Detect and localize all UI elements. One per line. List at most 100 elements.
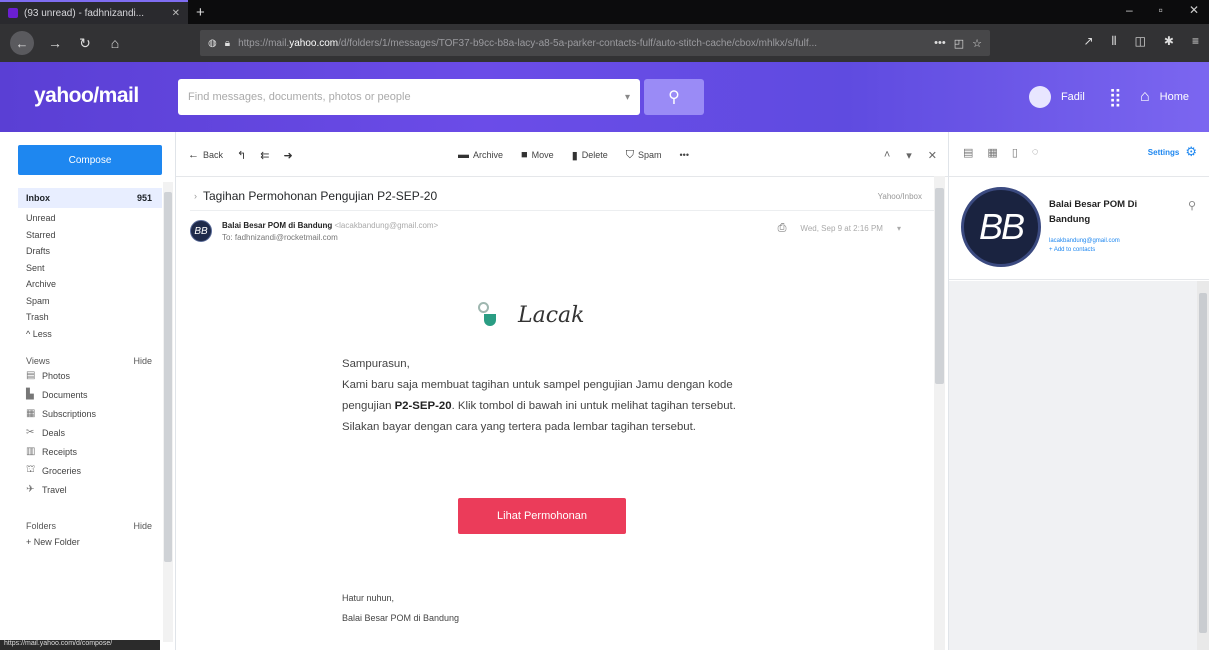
folder-location[interactable]: Yahoo/Inbox	[878, 192, 922, 201]
signature-name: Balai Besar POM di Bandung	[342, 613, 460, 623]
chevron-down-icon[interactable]: ▾	[897, 224, 901, 233]
sidebar-item-deals[interactable]: ✂ Deals	[18, 423, 162, 442]
views-hide-link[interactable]: Hide	[133, 356, 152, 366]
sender-name[interactable]: Balai Besar POM di Bandung	[222, 221, 332, 230]
add-to-contacts-link[interactable]: + Add to contacts	[1049, 247, 1095, 253]
compose-button[interactable]: Compose	[18, 145, 162, 175]
recipient-line: To: fadhnizandi@rocketmail.com	[222, 233, 338, 242]
spam-button[interactable]: ⛉ Spam	[626, 149, 662, 162]
sidebar-item-inbox[interactable]: Inbox 951	[18, 188, 162, 208]
contacts-icon[interactable]: ▤	[963, 146, 973, 159]
menu-icon[interactable]: ≡	[1192, 34, 1199, 49]
move-button[interactable]: ■ Move	[521, 149, 554, 161]
sidebar-item-archive[interactable]: Archive	[18, 276, 162, 293]
sender-avatar[interactable]: BB	[190, 220, 212, 242]
reply-all-button[interactable]: ⇇	[260, 149, 269, 162]
bookmark-star-icon[interactable]: ☆	[972, 37, 982, 50]
folders-hide-link[interactable]: Hide	[133, 521, 152, 531]
reply-button[interactable]: ↰	[237, 149, 246, 162]
user-name[interactable]: Fadil	[1061, 91, 1085, 103]
sidebar: Compose Inbox 951 Unread Starred Drafts …	[0, 132, 176, 650]
forward-button[interactable]: ➜	[283, 149, 292, 162]
avatar[interactable]	[1028, 86, 1051, 108]
more-label: •••	[679, 150, 689, 160]
library-icon[interactable]: ⫴	[1112, 34, 1117, 49]
maximize-icon[interactable]: ▫	[1159, 3, 1163, 17]
sidebar-item-starred[interactable]: Starred	[18, 227, 162, 244]
sender-line: Balai Besar POM di Bandung <lacakbandung…	[222, 221, 438, 230]
close-window-icon[interactable]: ✕	[1189, 3, 1199, 17]
search-input[interactable]: Find messages, documents, photos or peop…	[178, 79, 640, 115]
print-icon[interactable]: ⎙	[778, 222, 787, 235]
new-folder-link[interactable]: + New Folder	[18, 537, 162, 547]
more-button[interactable]: •••	[680, 150, 689, 160]
help-icon[interactable]: ◌	[1032, 146, 1039, 159]
sidebar-item-trash[interactable]: Trash	[18, 309, 162, 326]
settings-button[interactable]: Settings ⚙	[1148, 144, 1197, 160]
home-icon[interactable]: ⌂	[106, 35, 124, 51]
close-tab-icon[interactable]: ✕	[172, 8, 180, 19]
search-button[interactable]: ⚲	[644, 79, 704, 115]
minimize-icon[interactable]: –	[1126, 3, 1133, 17]
archive-button[interactable]: ▬ Archive	[458, 149, 503, 161]
sidebar-item-label: Groceries	[42, 465, 82, 476]
chevron-up-icon[interactable]: ˄	[884, 149, 890, 161]
sidebar-item-unread[interactable]: Unread	[18, 210, 162, 227]
apps-grid-icon[interactable]: ⣿	[1109, 87, 1122, 108]
browser-forward-icon[interactable]: →	[46, 35, 64, 51]
sidebar-item-label: Travel	[42, 484, 67, 495]
back-button[interactable]: ← Back	[188, 149, 223, 161]
reload-icon[interactable]: ↻	[76, 35, 94, 52]
scrollbar-thumb[interactable]	[164, 192, 172, 562]
delete-button[interactable]: ▮ Delete	[572, 149, 608, 162]
sidebar-item-subscriptions[interactable]: ▦ Subscriptions	[18, 404, 162, 423]
lock-icon[interactable]: 🔒︎	[225, 38, 230, 49]
reply-all-icon: ⇇	[260, 149, 270, 162]
contact-pane-scrollbar[interactable]	[1197, 281, 1209, 650]
home-icon[interactable]: ⌂	[1140, 88, 1150, 106]
sidebar-item-less[interactable]: ^ Less	[18, 326, 162, 343]
reader-icon[interactable]: ◫	[1135, 34, 1146, 49]
sender-email: <lacakbandung@gmail.com>	[334, 221, 439, 230]
sidebar-item-photos[interactable]: ▤ Photos	[18, 366, 162, 385]
sidebar-item-sent[interactable]: Sent	[18, 260, 162, 277]
sidebar-item-label: Subscriptions	[42, 408, 97, 419]
extension-icon[interactable]: ↗	[1083, 34, 1093, 49]
yahoo-mail-logo[interactable]: yahoo/mail	[34, 84, 139, 108]
scrollbar-thumb[interactable]	[1199, 293, 1207, 633]
sidebar-item-drafts[interactable]: Drafts	[18, 243, 162, 260]
email-paragraph: Kami baru saja membuat tagihan untuk sam…	[342, 379, 736, 433]
document-icon: ▙	[26, 389, 34, 400]
chevron-down-icon[interactable]: ▾	[906, 149, 912, 162]
view-application-button[interactable]: Lihat Permohonan	[458, 498, 626, 534]
browser-tab[interactable]: (93 unread) - fadhnizandi... ✕	[0, 0, 188, 24]
chevron-right-icon[interactable]: ›	[194, 191, 197, 201]
sidebar-scrollbar[interactable]	[163, 182, 173, 642]
trash-icon: ▮	[571, 149, 578, 162]
browser-back-icon[interactable]: ←	[10, 31, 34, 55]
pocket-icon[interactable]: ◰	[954, 37, 964, 50]
sidebar-item-groceries[interactable]: ⛫ Groceries	[18, 461, 162, 480]
search-icon[interactable]: ⚲	[1188, 199, 1196, 212]
contact-email[interactable]: lacakbandung@gmail.com	[1049, 238, 1120, 244]
closing: Hatur nuhun,	[342, 593, 395, 603]
url-bar[interactable]: ◍ 🔒︎ https://mail.yahoo.com/d/folders/1/…	[200, 30, 990, 56]
sidebar-item-receipts[interactable]: ▥ Receipts	[18, 442, 162, 461]
close-icon[interactable]: ✕	[928, 149, 937, 162]
contact-avatar: BB	[961, 187, 1041, 267]
chevron-down-icon[interactable]: ▾	[625, 92, 630, 103]
sidebar-item-travel[interactable]: ✈ Travel	[18, 480, 162, 499]
scrollbar-thumb[interactable]	[935, 188, 944, 384]
home-label[interactable]: Home	[1160, 91, 1189, 103]
shield-icon[interactable]: ◍	[208, 38, 217, 49]
sidebar-item-documents[interactable]: ▙ Documents	[18, 385, 162, 404]
sidebar-item-label: Starred	[26, 229, 56, 240]
page-actions-icon[interactable]: •••	[934, 37, 946, 49]
message-scrollbar[interactable]	[934, 176, 945, 650]
sender-row: BB Balai Besar POM di Bandung <lacakband…	[190, 216, 935, 256]
notepad-icon[interactable]: ▯	[1012, 146, 1018, 159]
sidebar-item-spam[interactable]: Spam	[18, 293, 162, 310]
calendar-icon[interactable]: ▦	[987, 146, 997, 159]
new-tab-icon[interactable]: +	[196, 4, 205, 21]
addon-icon[interactable]: ✱	[1164, 34, 1174, 49]
